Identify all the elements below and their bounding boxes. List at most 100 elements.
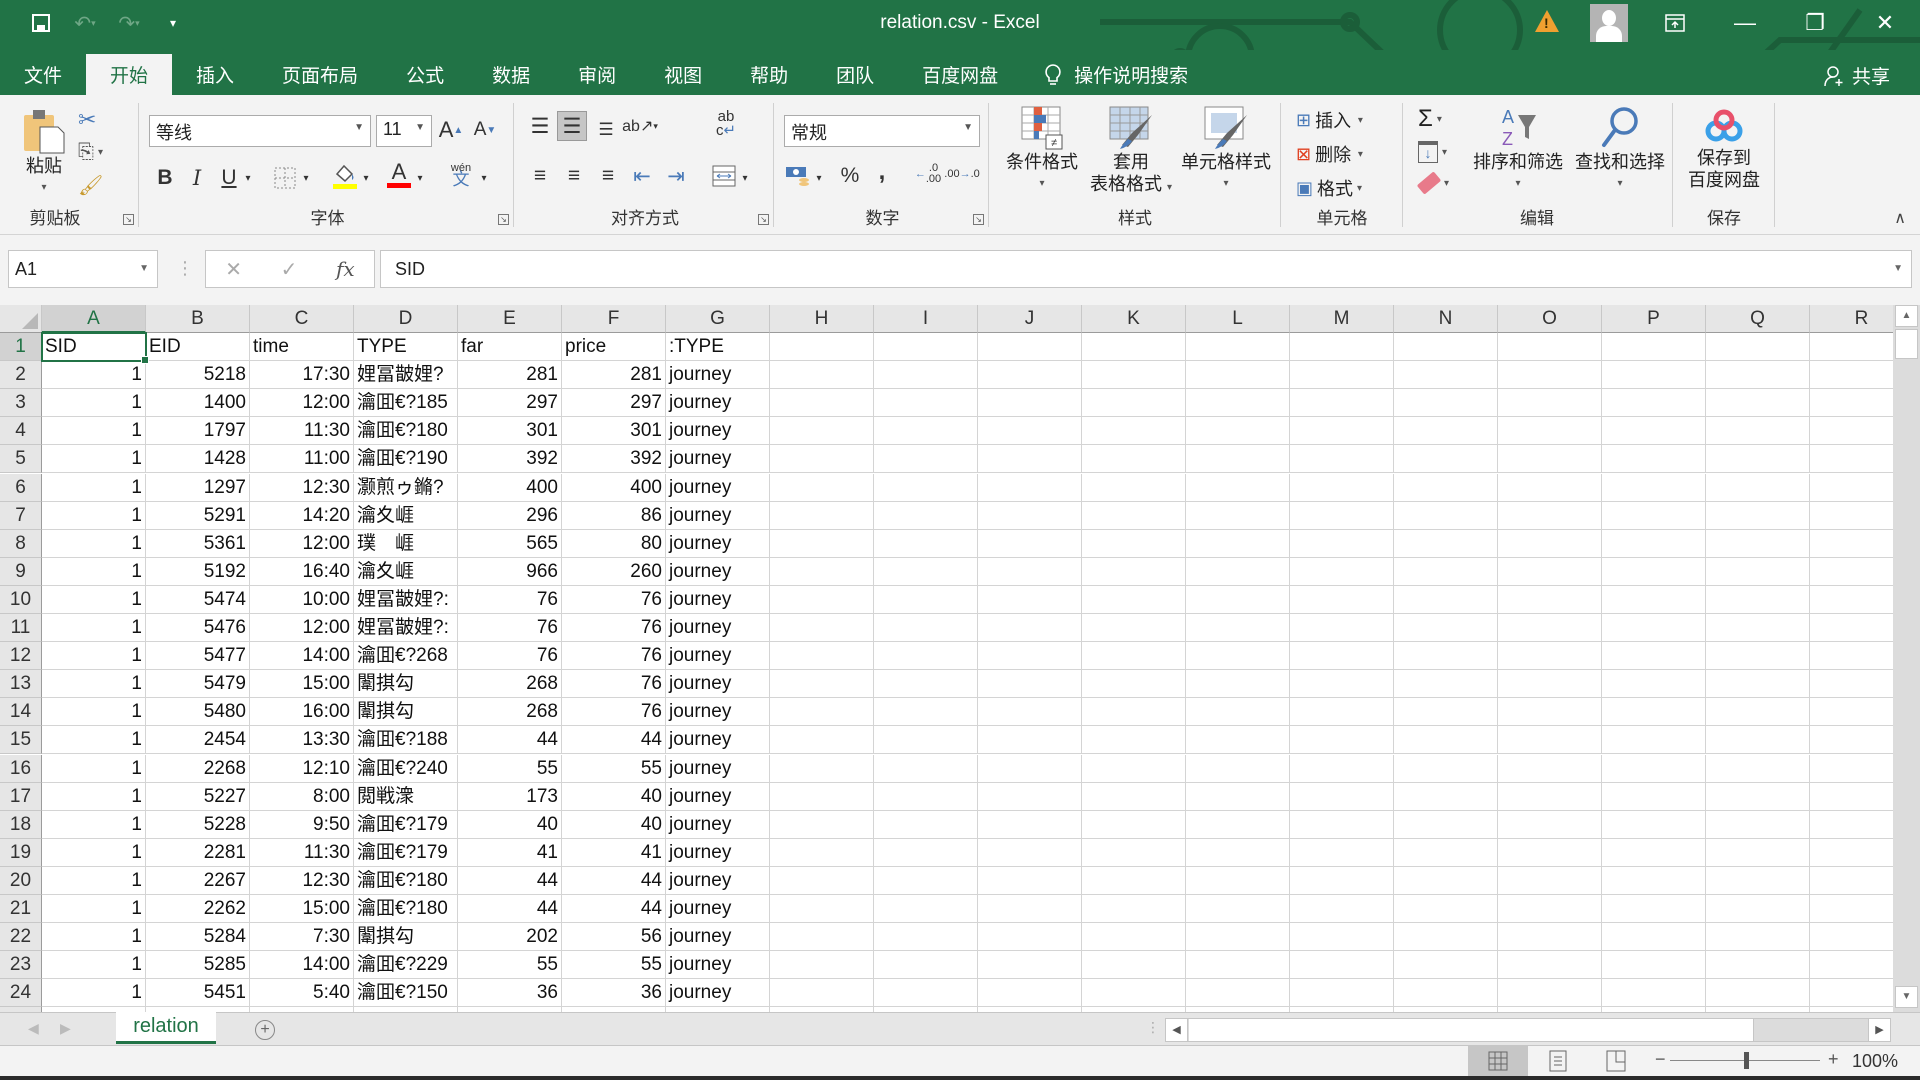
- table-cell[interactable]: 瀹囬€?190: [354, 445, 458, 474]
- tab-page-layout[interactable]: 页面布局: [258, 54, 382, 95]
- column-header-d[interactable]: D: [354, 305, 458, 333]
- table-cell[interactable]: [1810, 586, 1893, 614]
- row-header[interactable]: 13: [0, 670, 42, 699]
- table-cell[interactable]: [978, 529, 1082, 558]
- zoom-in-button[interactable]: +: [1828, 1049, 1839, 1070]
- table-cell[interactable]: journey: [666, 698, 770, 727]
- table-cell[interactable]: [1602, 670, 1706, 699]
- table-cell[interactable]: [1186, 389, 1290, 418]
- table-cell[interactable]: [1810, 951, 1893, 980]
- table-cell[interactable]: [1290, 557, 1394, 586]
- format-painter-button[interactable]: 🖌: [78, 173, 103, 198]
- table-cell[interactable]: 5284: [146, 923, 250, 952]
- table-cell[interactable]: 966: [458, 557, 562, 586]
- table-cell[interactable]: 11:30: [250, 417, 354, 446]
- column-header-n[interactable]: N: [1394, 305, 1498, 333]
- table-cell[interactable]: 40: [562, 782, 666, 811]
- table-cell[interactable]: 1: [42, 782, 146, 811]
- table-cell[interactable]: [978, 614, 1082, 643]
- table-cell[interactable]: 400: [458, 473, 562, 502]
- table-cell[interactable]: [1394, 810, 1498, 839]
- table-cell[interactable]: 5476: [146, 614, 250, 643]
- table-cell[interactable]: [1810, 558, 1893, 586]
- table-cell[interactable]: [1186, 923, 1290, 952]
- table-cell[interactable]: [1602, 979, 1706, 1008]
- table-cell[interactable]: [978, 557, 1082, 586]
- table-cell[interactable]: [1082, 895, 1186, 924]
- cancel-icon[interactable]: ✕: [225, 257, 242, 282]
- table-cell[interactable]: [1186, 951, 1290, 980]
- table-cell[interactable]: [978, 782, 1082, 811]
- row-header[interactable]: 10: [0, 585, 42, 614]
- table-cell[interactable]: [978, 670, 1082, 699]
- table-cell[interactable]: 1: [42, 838, 146, 867]
- table-cell[interactable]: [1290, 670, 1394, 699]
- table-cell[interactable]: [1082, 838, 1186, 867]
- align-left-button[interactable]: ≡: [525, 161, 555, 191]
- fill-color-button[interactable]: [330, 161, 360, 191]
- table-cell[interactable]: [1602, 642, 1706, 671]
- table-cell[interactable]: 1297: [146, 473, 250, 502]
- accounting-format-button[interactable]: [783, 161, 813, 191]
- table-cell[interactable]: journey: [666, 951, 770, 980]
- table-cell[interactable]: [1498, 923, 1602, 952]
- table-cell[interactable]: [1810, 783, 1893, 811]
- table-cell[interactable]: 1: [42, 473, 146, 502]
- table-cell[interactable]: 12:10: [250, 754, 354, 783]
- table-cell[interactable]: 瀹囬€?180: [354, 417, 458, 446]
- table-cell[interactable]: [1394, 557, 1498, 586]
- orientation-button[interactable]: ab↗ ▾: [622, 111, 658, 141]
- table-cell[interactable]: [1082, 501, 1186, 530]
- table-cell[interactable]: 296: [458, 501, 562, 530]
- table-cell[interactable]: [770, 866, 874, 895]
- table-cell[interactable]: [1810, 670, 1893, 699]
- table-cell[interactable]: [1290, 445, 1394, 474]
- table-cell[interactable]: 11:30: [250, 838, 354, 867]
- table-cell[interactable]: 瀹囬€?185: [354, 389, 458, 418]
- table-cell[interactable]: [874, 726, 978, 755]
- table-cell[interactable]: [1186, 866, 1290, 895]
- table-cell[interactable]: 娌冨皵娌?: [354, 361, 458, 390]
- table-cell[interactable]: [1082, 361, 1186, 390]
- table-cell[interactable]: [1498, 389, 1602, 418]
- table-cell[interactable]: [1602, 501, 1706, 530]
- table-cell[interactable]: 娌冨皵娌?:: [354, 614, 458, 643]
- table-cell[interactable]: [1290, 698, 1394, 727]
- table-cell[interactable]: [1706, 782, 1810, 811]
- bold-button[interactable]: B: [150, 163, 180, 193]
- table-cell[interactable]: [1602, 445, 1706, 474]
- table-cell[interactable]: 565: [458, 529, 562, 558]
- header-cell[interactable]: [1498, 333, 1602, 362]
- table-cell[interactable]: [1082, 389, 1186, 418]
- table-cell[interactable]: 5361: [146, 529, 250, 558]
- table-cell[interactable]: [770, 585, 874, 614]
- table-cell[interactable]: [874, 614, 978, 643]
- table-cell[interactable]: [1602, 951, 1706, 980]
- table-cell[interactable]: [1706, 866, 1810, 895]
- table-cell[interactable]: 瀹囬€?179: [354, 810, 458, 839]
- table-cell[interactable]: [874, 642, 978, 671]
- table-cell[interactable]: [1498, 473, 1602, 502]
- autosum-button[interactable]: Σ ▾: [1418, 105, 1442, 133]
- table-cell[interactable]: journey: [666, 557, 770, 586]
- table-cell[interactable]: 2262: [146, 895, 250, 924]
- zoom-out-button[interactable]: −: [1655, 1049, 1666, 1070]
- table-cell[interactable]: [1186, 810, 1290, 839]
- table-cell[interactable]: 灏煎ゥ鏅?: [354, 473, 458, 502]
- row-header[interactable]: 18: [0, 810, 42, 839]
- table-cell[interactable]: [874, 979, 978, 1008]
- table-cell[interactable]: journey: [666, 529, 770, 558]
- table-cell[interactable]: journey: [666, 501, 770, 530]
- align-right-button[interactable]: ≡: [593, 161, 623, 191]
- merge-dropdown-icon[interactable]: ▾: [737, 163, 753, 193]
- table-cell[interactable]: 1797: [146, 417, 250, 446]
- decrease-indent-button[interactable]: ⇤: [627, 161, 657, 191]
- row-header[interactable]: 17: [0, 782, 42, 811]
- row-header[interactable]: 24: [0, 979, 42, 1008]
- minimize-icon[interactable]: —: [1710, 0, 1780, 46]
- table-cell[interactable]: [1810, 698, 1893, 727]
- table-cell[interactable]: [874, 754, 978, 783]
- table-cell[interactable]: [1394, 501, 1498, 530]
- table-cell[interactable]: 76: [562, 670, 666, 699]
- table-cell[interactable]: journey: [666, 361, 770, 390]
